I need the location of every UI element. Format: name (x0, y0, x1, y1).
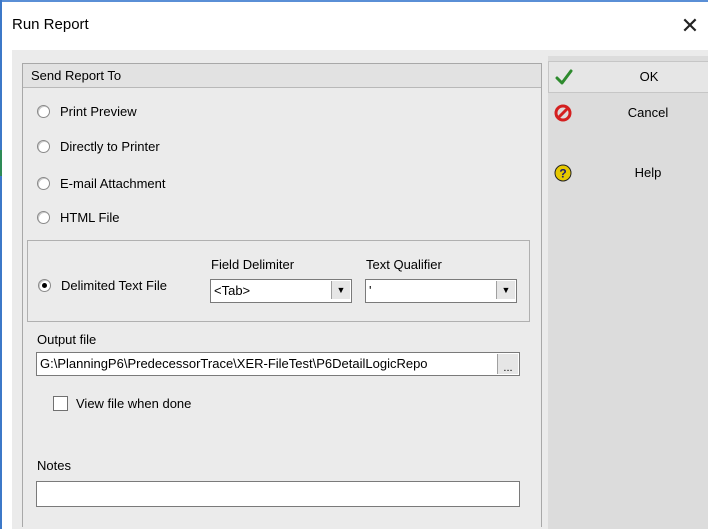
ok-button[interactable]: OK (548, 61, 708, 93)
cancel-button[interactable]: Cancel (548, 98, 708, 128)
radio-button[interactable] (37, 211, 50, 224)
radio-directly-to-printer[interactable]: Directly to Printer (37, 139, 160, 154)
radio-delimited-text-file[interactable]: Delimited Text File (38, 278, 167, 293)
help-button[interactable]: ? Help (548, 158, 708, 188)
radio-label: Directly to Printer (60, 139, 160, 154)
dialog-body: Send Report To Print Preview Directly to… (12, 50, 708, 529)
cancel-label: Cancel (627, 105, 669, 120)
radio-label: E-mail Attachment (60, 176, 166, 191)
field-delimiter-value: <Tab> (214, 283, 251, 298)
radio-button[interactable] (37, 105, 50, 118)
radio-button[interactable] (37, 140, 50, 153)
radio-label: Print Preview (60, 104, 137, 119)
output-file-input[interactable]: G:\PlanningP6\PredecessorTrace\XER-FileT… (36, 352, 520, 376)
notes-label: Notes (37, 458, 71, 473)
background-mark (0, 400, 2, 420)
radio-print-preview[interactable]: Print Preview (37, 104, 137, 119)
close-icon: ✕ (680, 13, 700, 38)
radio-button[interactable] (38, 279, 51, 292)
view-file-checkbox[interactable] (53, 396, 68, 411)
view-file-label: View file when done (76, 396, 192, 411)
send-report-header: Send Report To (23, 64, 541, 88)
background-mark (0, 150, 2, 176)
button-sidebar: OK Cancel ? Help (548, 56, 708, 529)
text-qualifier-select[interactable]: ' ▼ (365, 279, 517, 303)
output-file-path: G:\PlanningP6\PredecessorTrace\XER-FileT… (40, 356, 428, 371)
browse-button[interactable]: ... (497, 354, 518, 374)
radio-button[interactable] (37, 177, 50, 190)
output-file-label: Output file (37, 332, 97, 347)
window-title: Run Report (12, 16, 89, 33)
radio-email-attachment[interactable]: E-mail Attachment (37, 176, 166, 191)
notes-input[interactable] (36, 481, 520, 507)
help-label: Help (634, 165, 662, 180)
chevron-down-icon[interactable]: ▼ (496, 281, 515, 299)
field-delimiter-select[interactable]: <Tab> ▼ (210, 279, 352, 303)
send-report-header-label: Send Report To (31, 68, 122, 83)
send-report-panel: Send Report To Print Preview Directly to… (22, 63, 542, 527)
delimited-options-group: Delimited Text File Field Delimiter <Tab… (27, 240, 530, 322)
field-delimiter-label: Field Delimiter (211, 257, 295, 272)
radio-html-file[interactable]: HTML File (37, 210, 119, 225)
text-qualifier-value: ' (369, 283, 372, 298)
chevron-down-icon[interactable]: ▼ (331, 281, 350, 299)
close-button[interactable]: ✕ (672, 12, 708, 40)
ok-label: OK (639, 69, 659, 84)
radio-label: Delimited Text File (61, 278, 167, 293)
radio-label: HTML File (60, 210, 120, 225)
window-border-left (0, 0, 2, 529)
title-bar: Run Report ✕ (2, 2, 708, 50)
text-qualifier-label: Text Qualifier (366, 257, 442, 272)
